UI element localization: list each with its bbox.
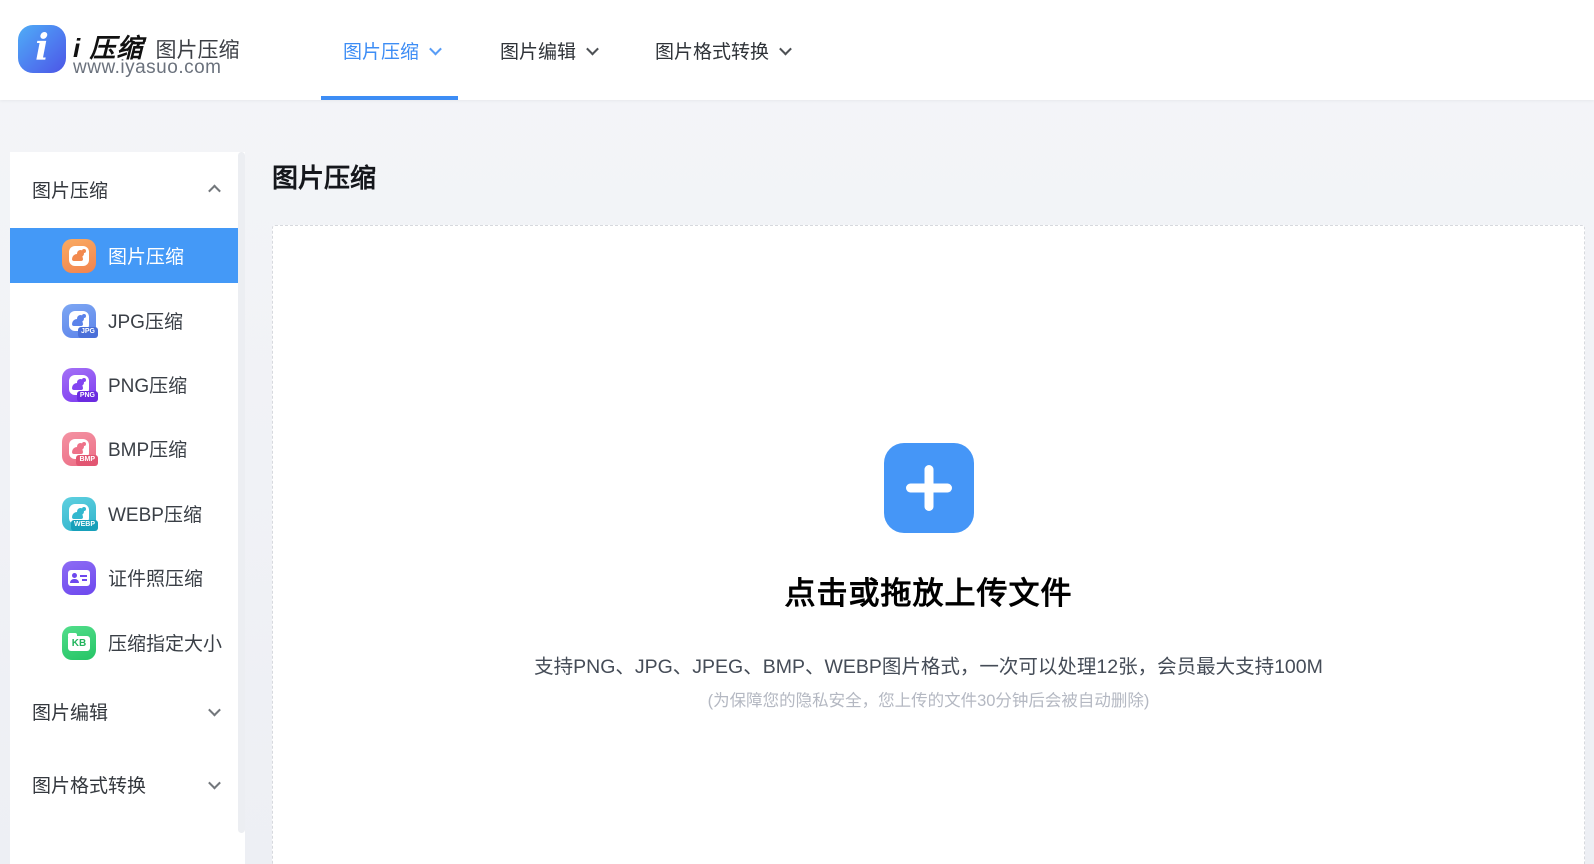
section-label: 图片编辑 xyxy=(32,698,108,725)
sidebar-item-id-photo-compress[interactable]: 证件照压缩 xyxy=(10,550,245,605)
page-title: 图片压缩 xyxy=(272,158,376,195)
sidebar-item-bmp-compress[interactable]: BMP BMP压缩 xyxy=(10,421,245,476)
png-compress-icon: PNG xyxy=(62,368,96,402)
sidebar-item-label: WEBP压缩 xyxy=(108,500,202,527)
kb-folder-icon: KB xyxy=(62,626,96,660)
sidebar-item-webp-compress[interactable]: WEBP WEBP压缩 xyxy=(10,486,245,541)
sidebar-item-label: BMP压缩 xyxy=(108,435,187,462)
chevron-down-icon xyxy=(779,42,792,55)
upload-support-text: 支持PNG、JPG、JPEG、BMP、WEBP图片格式，一次可以处理12张，会员… xyxy=(273,650,1584,679)
chevron-down-icon xyxy=(429,42,442,55)
upload-privacy-text: (为保障您的隐私安全，您上传的文件30分钟后会被自动删除) xyxy=(273,687,1584,711)
webp-compress-icon: WEBP xyxy=(62,497,96,531)
sidebar-item-compress-to-size[interactable]: KB 压缩指定大小 xyxy=(10,615,245,670)
page: i i 压缩图片压缩 www.iyasuo.com 图片压缩 图片编辑 图片格式… xyxy=(0,0,1594,864)
active-nav-underline xyxy=(321,96,458,100)
id-photo-icon xyxy=(62,561,96,595)
sidebar-section-image-edit[interactable]: 图片编辑 xyxy=(10,691,245,731)
image-compress-icon xyxy=(62,239,96,273)
sidebar: 图片压缩 图片压缩 JPG JPG压缩 PNG PNG压缩 xyxy=(10,152,245,864)
logo-i-icon: i xyxy=(35,30,49,66)
bmp-compress-icon: BMP xyxy=(62,432,96,466)
nav-item-image-compress[interactable]: 图片压缩 xyxy=(343,0,440,100)
sidebar-scrollbar[interactable] xyxy=(238,152,245,833)
sidebar-section-image-compress[interactable]: 图片压缩 xyxy=(10,169,245,209)
nav-item-image-edit[interactable]: 图片编辑 xyxy=(500,0,597,100)
sidebar-item-label: 证件照压缩 xyxy=(108,564,203,591)
sidebar-item-label: PNG压缩 xyxy=(108,371,187,398)
sidebar-section-format-convert[interactable]: 图片格式转换 xyxy=(10,764,245,804)
section-label: 图片格式转换 xyxy=(32,771,146,798)
sidebar-item-jpg-compress[interactable]: JPG JPG压缩 xyxy=(10,293,245,348)
sidebar-item-label: 压缩指定大小 xyxy=(108,629,222,656)
sidebar-item-label: JPG压缩 xyxy=(108,307,183,334)
chevron-down-icon xyxy=(208,776,221,789)
jpg-compress-icon: JPG xyxy=(62,304,96,338)
sidebar-item-image-compress[interactable]: 图片压缩 xyxy=(10,228,245,283)
brand-logo[interactable]: i xyxy=(18,25,66,73)
top-header: i i 压缩图片压缩 www.iyasuo.com 图片压缩 图片编辑 图片格式… xyxy=(0,0,1594,100)
plus-icon[interactable] xyxy=(884,443,974,533)
brand-url: www.iyasuo.com xyxy=(73,57,222,79)
nav-item-label: 图片格式转换 xyxy=(655,37,769,64)
sidebar-item-label: 图片压缩 xyxy=(108,242,184,269)
upload-dropzone[interactable]: 点击或拖放上传文件 支持PNG、JPG、JPEG、BMP、WEBP图片格式，一次… xyxy=(272,225,1585,864)
chevron-down-icon xyxy=(208,703,221,716)
nav-item-label: 图片压缩 xyxy=(343,37,419,64)
upload-heading: 点击或拖放上传文件 xyxy=(273,568,1584,613)
chevron-up-icon xyxy=(208,184,221,197)
chevron-down-icon xyxy=(586,42,599,55)
nav-item-label: 图片编辑 xyxy=(500,37,576,64)
sidebar-item-png-compress[interactable]: PNG PNG压缩 xyxy=(10,357,245,412)
section-label: 图片压缩 xyxy=(32,176,108,203)
nav-item-format-convert[interactable]: 图片格式转换 xyxy=(655,0,790,100)
